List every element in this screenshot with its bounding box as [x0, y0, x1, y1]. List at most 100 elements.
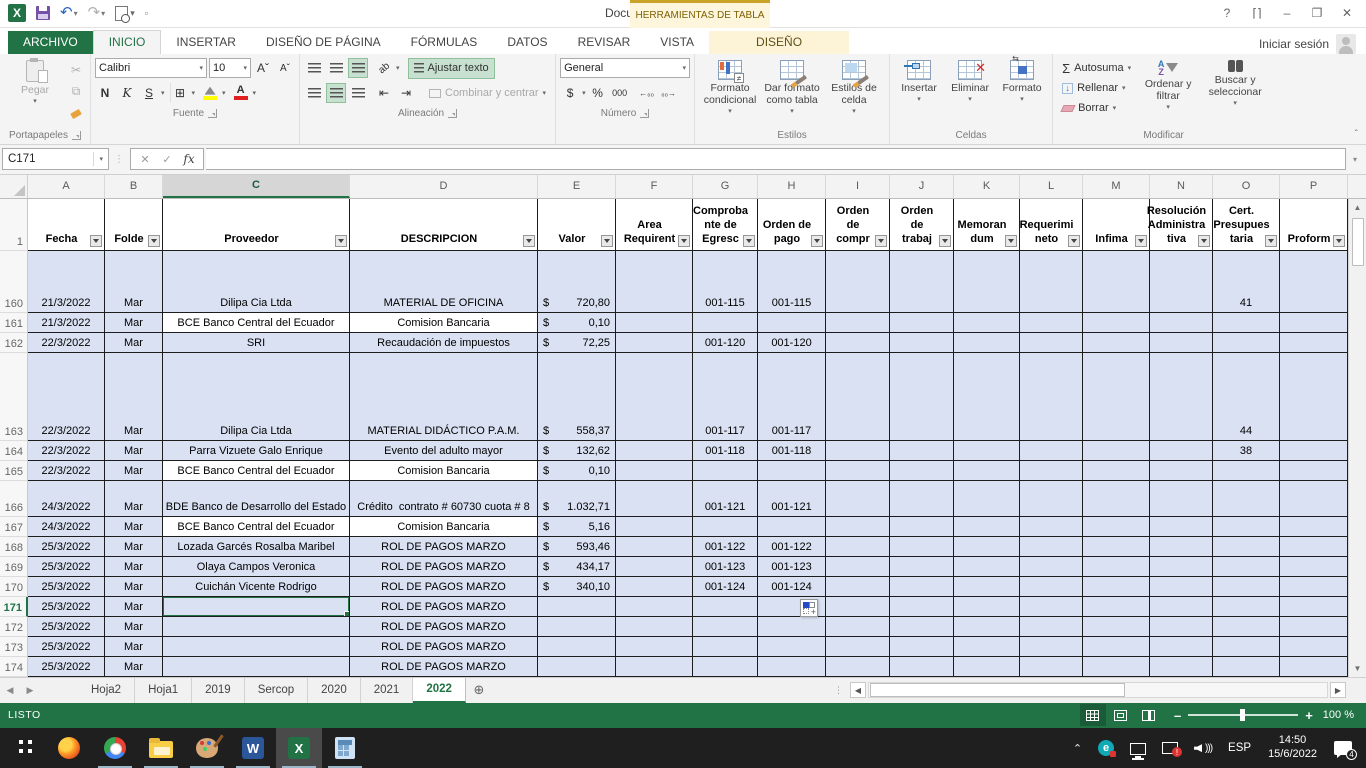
cell-C169[interactable]: Olaya Campos Veronica	[163, 557, 350, 577]
insert-cells-button[interactable]: Insertar▾	[894, 56, 944, 106]
cell-D164[interactable]: Evento del adulto mayor	[350, 441, 538, 461]
filter-button-H[interactable]	[811, 235, 823, 247]
cell-B165[interactable]: Mar	[105, 461, 163, 481]
cell-P166[interactable]	[1280, 481, 1348, 517]
currency-button[interactable]: $	[560, 83, 580, 103]
cell-H173[interactable]	[758, 637, 826, 657]
cell-M165[interactable]	[1083, 461, 1150, 481]
cell-K173[interactable]	[954, 637, 1020, 657]
tray-chevron-icon[interactable]: ⌃	[1066, 728, 1089, 768]
taskbar-explorer-button[interactable]	[138, 728, 184, 768]
underline-button[interactable]: S	[139, 83, 159, 103]
paste-button[interactable]: Pegar▾	[4, 56, 66, 108]
cell-P165[interactable]	[1280, 461, 1348, 481]
cell-B169[interactable]: Mar	[105, 557, 163, 577]
cell-O164[interactable]: 38	[1213, 441, 1280, 461]
cell-J167[interactable]	[890, 517, 954, 537]
ribbon-tab-dise-o[interactable]: DISEÑO	[709, 31, 849, 54]
cell-K171[interactable]	[954, 597, 1020, 617]
undo-button[interactable]: ↶▾	[60, 6, 78, 20]
confirm-entry-icon[interactable]: ✓	[157, 153, 177, 166]
row-header-166[interactable]: 166	[0, 481, 28, 517]
cell-O170[interactable]	[1213, 577, 1280, 597]
cell-D163[interactable]: MATERIAL DIDÁCTICO P.A.M.	[350, 353, 538, 441]
column-header-I[interactable]: I	[826, 175, 890, 198]
ribbon-tab-dise-o-de-p-gina[interactable]: DISEÑO DE PÁGINA	[251, 31, 396, 54]
scroll-up-icon[interactable]: ▲	[1349, 199, 1366, 216]
sheet-tab-hoja1[interactable]: Hoja1	[135, 678, 192, 703]
format-as-table-button[interactable]: Dar formato como tabla▾	[761, 56, 823, 118]
filter-button-N[interactable]	[1198, 235, 1210, 247]
taskbar-start-button[interactable]	[0, 728, 46, 768]
cell-P160[interactable]	[1280, 251, 1348, 313]
conditional-formatting-button[interactable]: ≠ Formato condicional▾	[699, 56, 761, 118]
sign-in[interactable]: Iniciar sesión	[1259, 34, 1366, 54]
page-layout-view-button[interactable]	[1108, 704, 1134, 726]
table-header-O[interactable]: Cert. Presupues taria	[1213, 199, 1280, 251]
cell-G161[interactable]	[693, 313, 758, 333]
cell-M172[interactable]	[1083, 617, 1150, 637]
cell-E171[interactable]	[538, 597, 616, 617]
taskbar-firefox-button[interactable]	[46, 728, 92, 768]
cell-P172[interactable]	[1280, 617, 1348, 637]
cell-E160[interactable]: $720,80	[538, 251, 616, 313]
cell-I171[interactable]	[826, 597, 890, 617]
cell-F164[interactable]	[616, 441, 693, 461]
cell-L170[interactable]	[1020, 577, 1083, 597]
cell-M166[interactable]	[1083, 481, 1150, 517]
cell-K163[interactable]	[954, 353, 1020, 441]
collapse-ribbon-button[interactable]: ˆ	[1355, 129, 1358, 140]
cell-M163[interactable]	[1083, 353, 1150, 441]
cell-N172[interactable]	[1150, 617, 1213, 637]
find-select-button[interactable]: Buscar y seleccionar▾	[1200, 56, 1270, 110]
filter-button-D[interactable]	[523, 235, 535, 247]
sheet-tab-sercop[interactable]: Sercop	[245, 678, 308, 703]
language-indicator[interactable]: ESP	[1221, 728, 1258, 768]
cell-A160[interactable]: 21/3/2022	[28, 251, 105, 313]
fill-color-button[interactable]	[200, 83, 220, 103]
cell-I169[interactable]	[826, 557, 890, 577]
redo-caret-icon[interactable]: ▾	[101, 9, 105, 18]
row-header-168[interactable]: 168	[0, 537, 28, 557]
cell-A172[interactable]: 25/3/2022	[28, 617, 105, 637]
underline-caret-icon[interactable]: ▾	[161, 89, 165, 97]
cell-D170[interactable]: ROL DE PAGOS MARZO	[350, 577, 538, 597]
cell-J169[interactable]	[890, 557, 954, 577]
cell-D160[interactable]: MATERIAL DE OFICINA	[350, 251, 538, 313]
sheet-nav-left-icon[interactable]: ◀	[0, 678, 20, 703]
cell-K167[interactable]	[954, 517, 1020, 537]
formula-input[interactable]	[206, 148, 1346, 170]
cell-A169[interactable]: 25/3/2022	[28, 557, 105, 577]
filter-button-E[interactable]	[601, 235, 613, 247]
cell-J161[interactable]	[890, 313, 954, 333]
cell-E164[interactable]: $132,62	[538, 441, 616, 461]
cell-G169[interactable]: 001-123	[693, 557, 758, 577]
fill-button[interactable]: ↓Rellenar▾	[1057, 79, 1136, 98]
cell-B162[interactable]: Mar	[105, 333, 163, 353]
cell-A165[interactable]: 22/3/2022	[28, 461, 105, 481]
font-dialog-launcher-icon[interactable]	[208, 109, 217, 118]
cell-O163[interactable]: 44	[1213, 353, 1280, 441]
column-header-C[interactable]: C	[163, 175, 350, 198]
sheet-tab-2021[interactable]: 2021	[361, 678, 414, 703]
cell-A170[interactable]: 25/3/2022	[28, 577, 105, 597]
cell-H167[interactable]	[758, 517, 826, 537]
filter-button-A[interactable]	[90, 235, 102, 247]
cell-N165[interactable]	[1150, 461, 1213, 481]
italic-button[interactable]: K	[117, 83, 137, 103]
cell-F169[interactable]	[616, 557, 693, 577]
horizontal-scroll-thumb[interactable]	[870, 683, 1125, 697]
redo-button[interactable]: ↷▾	[88, 6, 106, 20]
notification-center-icon[interactable]: 4	[1327, 728, 1366, 768]
cell-C171[interactable]	[163, 597, 350, 617]
cell-C166[interactable]: BDE Banco de Desarrollo del Estado	[163, 481, 350, 517]
cell-F173[interactable]	[616, 637, 693, 657]
column-header-B[interactable]: B	[105, 175, 163, 198]
cell-C163[interactable]: Dilipa Cia Ltda	[163, 353, 350, 441]
sheet-nav-right-icon[interactable]: ▶	[20, 678, 40, 703]
cell-C168[interactable]: Lozada Garcés Rosalba Maribel	[163, 537, 350, 557]
borders-button[interactable]: ⊞	[170, 83, 190, 103]
table-header-N[interactable]: Resolución Administra tiva	[1150, 199, 1213, 251]
cell-M173[interactable]	[1083, 637, 1150, 657]
cell-K170[interactable]	[954, 577, 1020, 597]
